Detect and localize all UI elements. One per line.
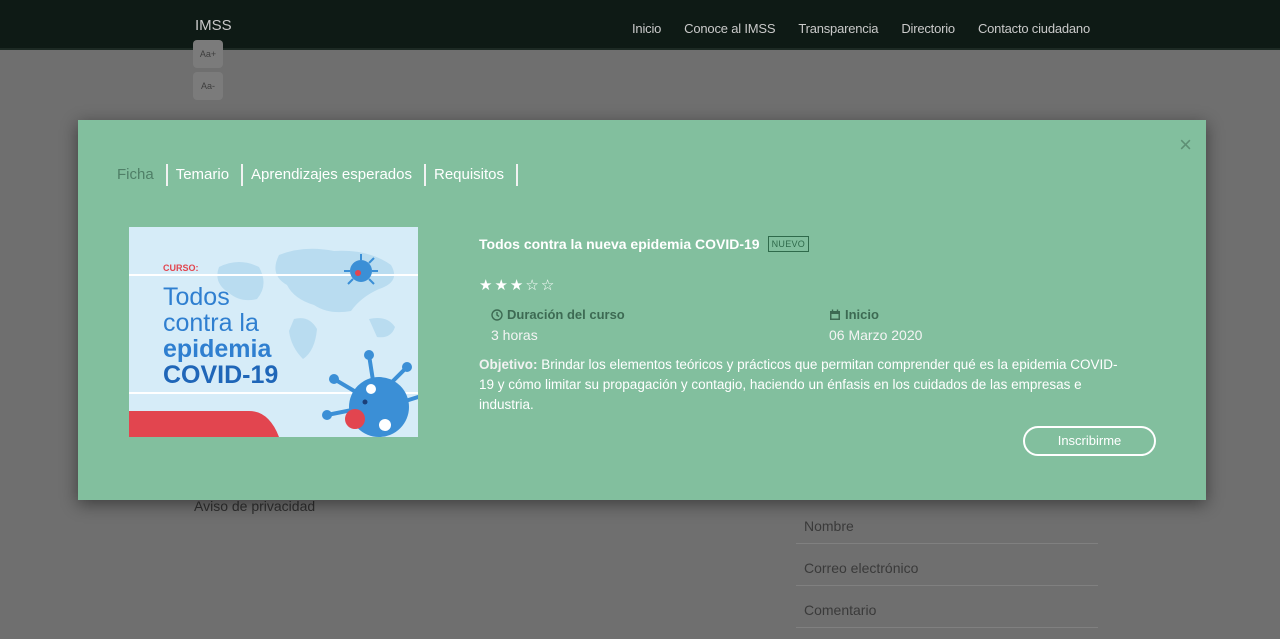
image-line1: Todos [163,283,230,311]
course-title-row: Todos contra la nueva epidemia COVID-19 … [479,236,810,252]
nav-transparencia[interactable]: Transparencia [798,21,878,36]
course-modal: × Ficha Temario Aprendizajes esperados R… [78,120,1206,500]
duration-label: Duración del curso [507,307,625,322]
star-icon: ★ [509,277,526,294]
objective-text: Objetivo: Brindar los elementos teóricos… [479,355,1119,415]
clock-icon [491,308,503,321]
star-empty-icon: ☆ [525,277,541,294]
red-wave-shape [129,411,279,437]
star-icon: ★ [479,277,495,294]
image-line4: COVID-19 [163,361,278,389]
tab-temario[interactable]: Temario [168,164,244,186]
duration-value: 3 horas [491,327,538,343]
new-badge: NUEVO [767,236,810,252]
tab-requisitos[interactable]: Requisitos [426,164,519,186]
nav-conoce-imss[interactable]: Conoce al IMSS [684,21,775,36]
nav-contacto[interactable]: Contacto ciudadano [978,21,1090,36]
tab-ficha[interactable]: Ficha [117,164,168,186]
privacy-link[interactable]: Aviso de privacidad [194,498,315,514]
enroll-button[interactable]: Inscribirme [1023,426,1156,456]
course-illustration: CURSO: Todos contra la epidemia COVID-19 [129,227,418,437]
image-kicker: CURSO: [163,263,199,273]
star-icon: ★ [494,277,510,294]
image-line2: contra la [163,309,259,337]
font-increase-button[interactable]: Aa+ [193,40,223,68]
course-image: CURSO: Todos contra la epidemia COVID-19 [129,227,418,437]
objective-label: Objetivo: [479,357,538,372]
start-value: 06 Marzo 2020 [829,327,923,343]
calendar-icon [830,309,840,320]
image-line3: epidemia [163,335,272,363]
main-nav: Inicio Conoce al IMSS Transparencia Dire… [632,21,1090,36]
modal-tabs: Ficha Temario Aprendizajes esperados Req… [117,164,519,186]
star-empty-icon: ☆ [540,277,557,294]
name-field[interactable]: Nombre [796,508,1098,544]
nav-directorio[interactable]: Directorio [901,21,955,36]
rating-stars: ★★★☆☆ [479,276,556,294]
duration-block: Duración del curso 3 horas [491,307,625,343]
objective-body: Brindar los elementos teóricos y práctic… [479,357,1118,412]
tab-aprendizajes[interactable]: Aprendizajes esperados [243,164,426,186]
start-label: Inicio [845,307,879,322]
email-field[interactable]: Correo electrónico [796,550,1098,586]
font-decrease-button[interactable]: Aa- [193,72,223,100]
nav-inicio[interactable]: Inicio [632,21,661,36]
close-icon[interactable]: × [1179,134,1192,156]
start-block: Inicio 06 Marzo 2020 [829,307,922,343]
comment-field[interactable]: Comentario [796,592,1098,628]
course-title: Todos contra la nueva epidemia COVID-19 [479,236,760,252]
top-navbar: IMSS Inicio Conoce al IMSS Transparencia… [0,0,1280,50]
brand-logo[interactable]: IMSS [195,17,232,34]
